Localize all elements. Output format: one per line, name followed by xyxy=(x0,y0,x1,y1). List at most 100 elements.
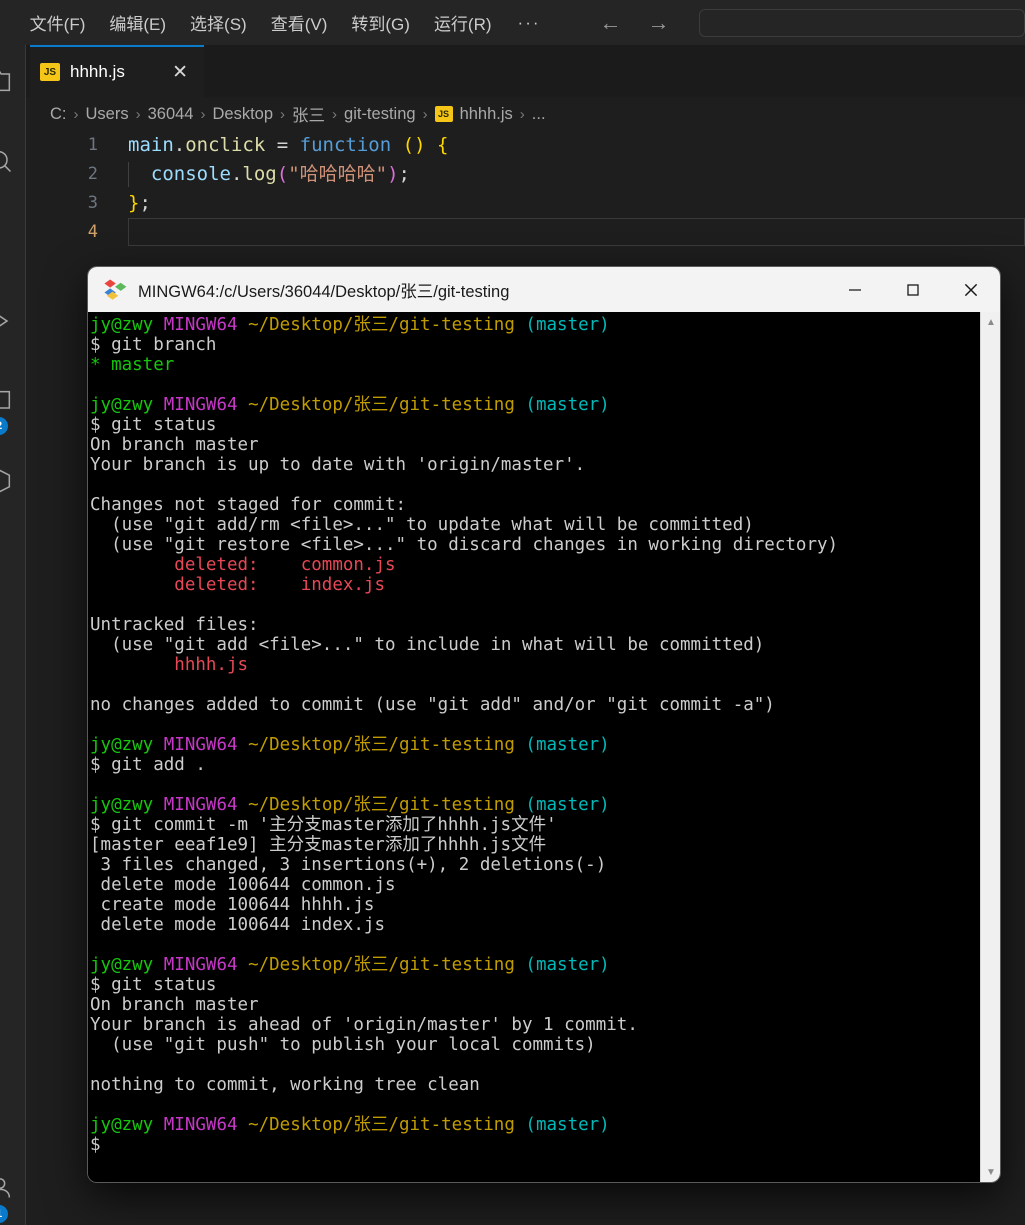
terminal-scrollbar[interactable]: ▲ ▼ xyxy=(980,312,1000,1182)
close-icon[interactable]: ✕ xyxy=(166,61,194,84)
menu-view[interactable]: 查看(V) xyxy=(259,6,340,39)
terminal-line: $ git status xyxy=(90,415,968,435)
terminal-token: (master) xyxy=(525,795,610,815)
terminal-line: hhhh.js xyxy=(90,655,968,675)
code-token: main xyxy=(128,134,174,156)
terminal-token: jy@zwy xyxy=(90,795,154,815)
code-line: 2 console.log("哈哈哈哈"); xyxy=(26,160,1025,189)
terminal-token: (master) xyxy=(525,1115,610,1135)
breadcrumb-segment[interactable]: C: xyxy=(50,105,67,124)
terminal-line: delete mode 100644 common.js xyxy=(90,875,968,895)
forward-arrow-icon[interactable]: → xyxy=(635,11,683,34)
terminal-token: Your branch is ahead of 'origin/master' … xyxy=(90,1015,638,1035)
command-center-input[interactable] xyxy=(698,8,1025,37)
menu-run[interactable]: 运行(R) xyxy=(422,6,504,39)
code-line: 3}; xyxy=(26,189,1025,218)
close-button[interactable] xyxy=(942,267,1000,312)
terminal-line: * master xyxy=(90,355,968,375)
code-token: . xyxy=(230,163,243,185)
terminal-token: (use "git add/rm <file>..." to update wh… xyxy=(90,515,754,535)
minimize-button[interactable] xyxy=(826,267,884,312)
breadcrumb-file[interactable]: hhhh.js xyxy=(460,105,513,124)
tab-label: hhhh.js xyxy=(70,62,125,81)
scroll-down-icon[interactable]: ▼ xyxy=(981,1162,1000,1182)
terminal-line: $ git commit -m '主分支master添加了hhhh.js文件' xyxy=(90,815,968,835)
menu-file[interactable]: 文件(F) xyxy=(18,6,98,39)
source-control-icon[interactable] xyxy=(0,227,14,255)
breadcrumb-segment[interactable]: 36044 xyxy=(148,105,194,124)
line-number: 4 xyxy=(87,222,98,242)
code-line: 4 xyxy=(26,218,1025,247)
terminal-token: 3 files changed, 3 insertions(+), 2 dele… xyxy=(90,855,607,875)
terminal-token: jy@zwy xyxy=(90,735,154,755)
terminal-title-bar[interactable]: MINGW64:/c/Users/36044/Desktop/张三/git-te… xyxy=(88,267,1000,312)
terminal-token: MINGW64 xyxy=(163,735,238,755)
terminal-line: On branch master xyxy=(90,995,968,1015)
terminal-prompt-line: jy@zwy MINGW64 ~/Desktop/张三/git-testing … xyxy=(90,955,968,975)
terminal-token: ~/Desktop/张三/git-testing xyxy=(248,395,515,415)
terminal-line: deleted: common.js xyxy=(90,555,968,575)
terminal-token: MINGW64 xyxy=(163,395,238,415)
remote-explorer-icon[interactable] xyxy=(0,467,14,495)
breadcrumb-ellipsis[interactable]: ... xyxy=(532,105,546,124)
run-debug-icon[interactable] xyxy=(0,307,14,335)
empty-line-highlight xyxy=(128,218,1025,246)
terminal-body[interactable]: jy@zwy MINGW64 ~/Desktop/张三/git-testing … xyxy=(88,312,1000,1182)
menu-go[interactable]: 转到(G) xyxy=(339,6,422,39)
terminal-token: $ git status xyxy=(90,975,217,995)
terminal-token: ~/Desktop/张三/git-testing xyxy=(248,735,515,755)
terminal-line: delete mode 100644 index.js xyxy=(90,915,968,935)
terminal-line: $ git status xyxy=(90,975,968,995)
scroll-up-icon[interactable]: ▲ xyxy=(981,312,1000,332)
line-number: 3 xyxy=(87,193,98,213)
menu-selection[interactable]: 选择(S) xyxy=(178,6,259,39)
terminal-token: * master xyxy=(90,355,175,375)
terminal-token: MINGW64 xyxy=(163,795,238,815)
terminal-line: $ git branch xyxy=(90,335,968,355)
extensions-icon[interactable] xyxy=(0,387,14,415)
tab-hhhh-js[interactable]: JS hhhh.js ✕ xyxy=(30,45,204,97)
menu-more-button[interactable]: ··· xyxy=(504,9,555,37)
maximize-button[interactable] xyxy=(884,267,942,312)
mingw64-terminal-window[interactable]: MINGW64:/c/Users/36044/Desktop/张三/git-te… xyxy=(88,267,1000,1182)
terminal-output[interactable]: jy@zwy MINGW64 ~/Desktop/张三/git-testing … xyxy=(88,312,968,1182)
code-line: 1 main.onclick = function () { xyxy=(26,131,1025,160)
terminal-token: delete mode 100644 common.js xyxy=(90,875,396,895)
terminal-prompt-line: jy@zwy MINGW64 ~/Desktop/张三/git-testing … xyxy=(90,735,968,755)
code-token: ; xyxy=(398,163,410,185)
mingw64-logo-icon xyxy=(104,278,127,300)
explorer-icon[interactable] xyxy=(0,67,14,95)
breadcrumb-segment[interactable]: git-testing xyxy=(344,105,416,124)
code-token: } xyxy=(128,192,140,214)
terminal-prompt-line: jy@zwy MINGW64 ~/Desktop/张三/git-testing … xyxy=(90,1115,968,1135)
breadcrumb-segment[interactable]: Users xyxy=(86,105,129,124)
terminal-line: 3 files changed, 3 insertions(+), 2 dele… xyxy=(90,855,968,875)
menu-edit[interactable]: 编辑(E) xyxy=(97,6,178,39)
terminal-line: Changes not staged for commit: xyxy=(90,495,968,515)
accounts-icon[interactable] xyxy=(0,1173,14,1201)
breadcrumb-segment[interactable]: 张三 xyxy=(292,102,325,126)
code-token: ( xyxy=(276,163,289,185)
editor-tab-bar: JS hhhh.js ✕ xyxy=(26,45,1025,97)
terminal-token: jy@zwy xyxy=(90,1115,154,1135)
back-arrow-icon[interactable]: ← xyxy=(587,11,635,34)
search-icon[interactable] xyxy=(0,147,14,175)
terminal-line: nothing to commit, working tree clean xyxy=(90,1075,968,1095)
terminal-token: MINGW64 xyxy=(163,315,238,335)
chevron-right-icon: › xyxy=(332,105,338,123)
breadcrumb-segment[interactable]: Desktop xyxy=(212,105,273,124)
code-token: function xyxy=(299,134,392,156)
